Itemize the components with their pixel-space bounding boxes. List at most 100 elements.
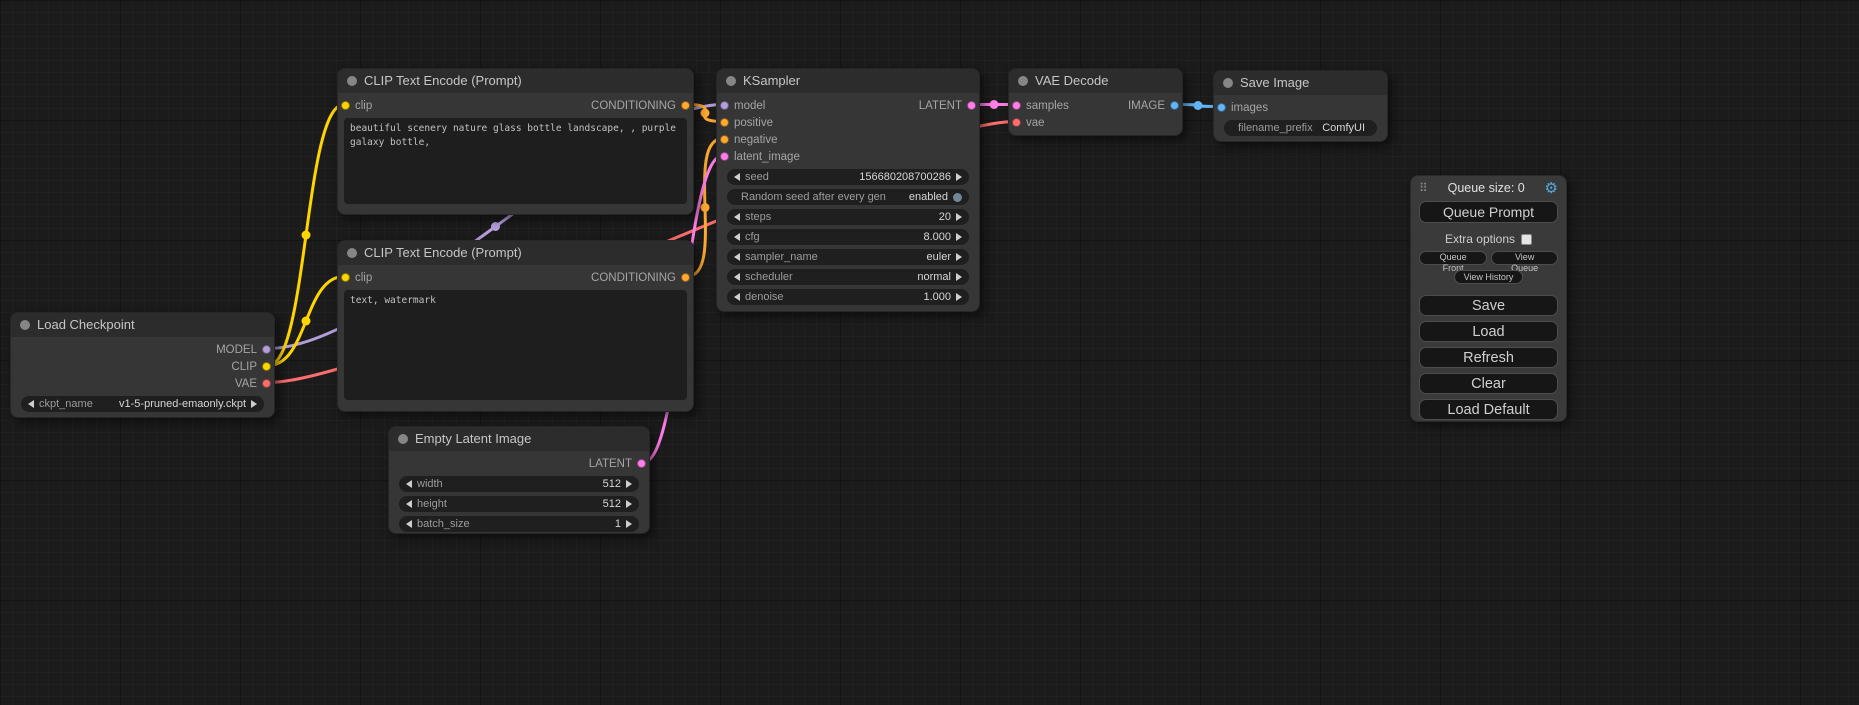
arrow-left-icon[interactable] [734,253,740,261]
input-slot-clip[interactable]: clip [338,269,372,286]
arrow-left-icon[interactable] [406,520,412,528]
widget-cfg[interactable]: cfg 8.000 [727,229,969,245]
node-ksampler[interactable]: KSampler model LATENT positive [716,68,980,312]
settings-gear-icon[interactable]: ⚙ [1545,179,1558,197]
conditioning-socket-icon[interactable] [681,101,690,110]
toggle-indicator-icon[interactable] [953,193,962,202]
arrow-right-icon[interactable] [251,400,257,408]
image-socket-icon[interactable] [1170,101,1179,110]
vae-socket-icon[interactable] [262,379,271,388]
prompt-textarea[interactable]: beautiful scenery nature glass bottle la… [344,118,687,204]
image-socket-icon[interactable] [1217,103,1226,112]
collapse-dot-icon[interactable] [347,248,357,258]
conditioning-socket-icon[interactable] [720,135,729,144]
widget-ckpt-name[interactable]: ckpt_name v1-5-pruned-emaonly.ckpt [21,396,264,412]
input-slot-vae[interactable]: vae [1009,114,1045,131]
arrow-right-icon[interactable] [956,253,962,261]
input-slot-latent-image[interactable]: latent_image [717,148,800,165]
link-wire-clip[interactable] [268,277,344,366]
widget-denoise[interactable]: denoise 1.000 [727,289,969,305]
node-title-bar[interactable]: VAE Decode [1009,69,1182,93]
latent-socket-icon[interactable] [967,101,976,110]
node-title-bar[interactable]: KSampler [717,69,979,93]
node-save-image[interactable]: Save Image images filename_prefix ComfyU… [1213,70,1388,142]
clip-socket-icon[interactable] [262,362,271,371]
clip-socket-icon[interactable] [341,101,350,110]
input-slot-samples[interactable]: samples [1009,97,1069,114]
link-wire-clip[interactable] [268,105,344,366]
collapse-dot-icon[interactable] [347,76,357,86]
node-vae-decode[interactable]: VAE Decode samples IMAGE vae [1008,68,1183,136]
clear-button[interactable]: Clear [1419,373,1558,394]
extra-options-checkbox[interactable] [1521,234,1532,245]
node-title-bar[interactable]: CLIP Text Encode (Prompt) [338,69,693,93]
collapse-dot-icon[interactable] [398,434,408,444]
arrow-left-icon[interactable] [28,400,34,408]
arrow-right-icon[interactable] [956,293,962,301]
arrow-left-icon[interactable] [406,500,412,508]
arrow-right-icon[interactable] [956,173,962,181]
widget-batch-size[interactable]: batch_size 1 [399,516,639,532]
output-slot-vae[interactable]: VAE [235,375,274,392]
node-clip-text-encode-positive[interactable]: CLIP Text Encode (Prompt) clip CONDITION… [337,68,694,215]
model-socket-icon[interactable] [720,101,729,110]
arrow-right-icon[interactable] [626,520,632,528]
widget-steps[interactable]: steps 20 [727,209,969,225]
arrow-left-icon[interactable] [734,293,740,301]
widget-seed[interactable]: seed 156680208700286 [727,169,969,185]
input-slot-positive[interactable]: positive [717,114,773,131]
clip-socket-icon[interactable] [341,273,350,282]
output-slot-image[interactable]: IMAGE [1128,97,1182,114]
widget-width[interactable]: width 512 [399,476,639,492]
output-slot-latent[interactable]: LATENT [919,97,979,114]
save-button[interactable]: Save [1419,295,1558,316]
output-slot-latent[interactable]: LATENT [589,455,649,472]
node-load-checkpoint[interactable]: Load Checkpoint MODEL CLIP VAE [10,312,275,418]
latent-socket-icon[interactable] [637,459,646,468]
arrow-right-icon[interactable] [956,233,962,241]
widget-scheduler[interactable]: scheduler normal [727,269,969,285]
arrow-left-icon[interactable] [734,173,740,181]
widget-sampler-name[interactable]: sampler_name euler [727,249,969,265]
conditioning-socket-icon[interactable] [681,273,690,282]
widget-filename-prefix[interactable]: filename_prefix ComfyUI [1224,120,1377,136]
output-slot-clip[interactable]: CLIP [231,358,274,375]
model-socket-icon[interactable] [262,345,271,354]
node-title-bar[interactable]: Load Checkpoint [11,313,274,337]
conditioning-socket-icon[interactable] [720,118,729,127]
load-button[interactable]: Load [1419,321,1558,342]
drag-handle-icon[interactable]: ⠿ [1419,181,1428,195]
graph-canvas[interactable]: Load Checkpoint MODEL CLIP VAE [0,0,1859,705]
node-title-bar[interactable]: Save Image [1214,71,1387,95]
prompt-textarea[interactable]: text, watermark [344,290,687,400]
output-slot-conditioning[interactable]: CONDITIONING [591,97,693,114]
arrow-right-icon[interactable] [956,213,962,221]
arrow-left-icon[interactable] [734,273,740,281]
collapse-dot-icon[interactable] [1018,76,1028,86]
arrow-left-icon[interactable] [406,480,412,488]
collapse-dot-icon[interactable] [20,320,30,330]
arrow-left-icon[interactable] [734,233,740,241]
arrow-left-icon[interactable] [734,213,740,221]
queue-front-button[interactable]: Queue Front [1419,251,1487,265]
input-slot-negative[interactable]: negative [717,131,777,148]
refresh-button[interactable]: Refresh [1419,347,1558,368]
view-queue-button[interactable]: View Queue [1491,251,1558,265]
input-slot-clip[interactable]: clip [338,97,372,114]
queue-prompt-button[interactable]: Queue Prompt [1419,201,1558,223]
view-history-button[interactable]: View History [1454,270,1524,284]
output-slot-model[interactable]: MODEL [216,341,274,358]
node-clip-text-encode-negative[interactable]: CLIP Text Encode (Prompt) clip CONDITION… [337,240,694,412]
latent-socket-icon[interactable] [720,152,729,161]
arrow-right-icon[interactable] [956,273,962,281]
arrow-right-icon[interactable] [626,480,632,488]
latent-socket-icon[interactable] [1012,101,1021,110]
widget-random-seed-toggle[interactable]: Random seed after every gen enabled [727,189,969,205]
collapse-dot-icon[interactable] [1223,78,1233,88]
collapse-dot-icon[interactable] [726,76,736,86]
node-empty-latent-image[interactable]: Empty Latent Image LATENT width 512 heig… [388,426,650,534]
node-title-bar[interactable]: Empty Latent Image [389,427,649,451]
input-slot-model[interactable]: model [717,97,765,114]
output-slot-conditioning[interactable]: CONDITIONING [591,269,693,286]
input-slot-images[interactable]: images [1214,99,1268,116]
